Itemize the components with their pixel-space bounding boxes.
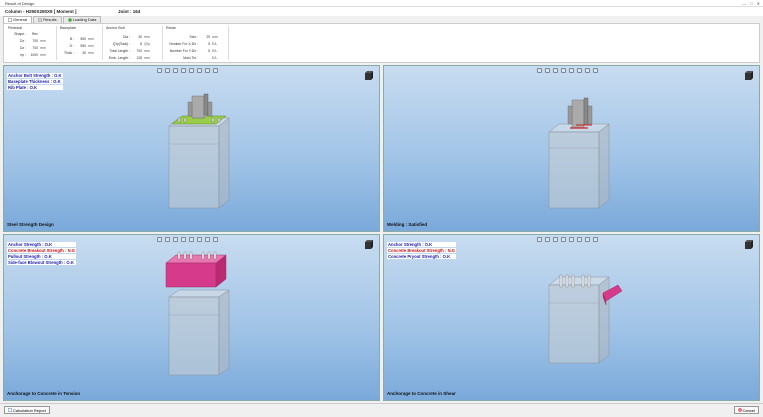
results-icon: [38, 18, 42, 22]
calculation-report-button[interactable]: Calculation Report: [4, 406, 50, 414]
rebar-y-row: Number For Y-Dir :5 EA: [169, 49, 217, 53]
pedestal-model: [168, 93, 230, 209]
baseplate-d-row: D :550 mm: [69, 44, 94, 48]
rebar-tie-row: Main Tie : EA: [183, 56, 217, 60]
report-icon: [8, 408, 12, 412]
pedestal-group: Pedestal Shape : Rec Dx :700 mm Dz :700 mm …: [6, 26, 56, 62]
viewport-caption: Anchorage to Concrete in Tension: [7, 391, 81, 396]
viewport-welding[interactable]: Welding : Satisfied: [383, 65, 760, 232]
pedestal-dz-row: Dz :700 mm: [19, 46, 46, 50]
viewport-tension[interactable]: Anchor Strength : O.K Concrete Breakout …: [3, 234, 380, 401]
divider: [228, 26, 229, 60]
anchor-bolt-title: Anchor Bolt: [106, 26, 125, 30]
rebar-title: Rebar: [166, 26, 176, 30]
cancel-button[interactable]: Cancel: [733, 406, 759, 414]
window-title: Result of Design: [5, 1, 35, 6]
anchor-dia-row: Dia :30 mm: [123, 35, 150, 39]
tab-strip: General Results Loading Data: [3, 16, 102, 23]
viewport-steel-strength[interactable]: Anchor Bolt Strength : O.K Baseplate Thi…: [3, 65, 380, 232]
anchor-total-length-row: Total Length :700 mm: [109, 49, 150, 53]
pedestal-shape-row: Shape : Rec: [14, 32, 38, 36]
tab-loading-data[interactable]: Loading Data: [62, 16, 102, 23]
viewport-caption: Anchorage to Concrete in Shear: [387, 391, 456, 396]
close-button[interactable]: ✕: [757, 1, 760, 6]
rebar-group: Rebar Size :29 mm Number For X-Dir :5 EA N…: [164, 26, 228, 62]
tab-general[interactable]: General: [3, 16, 33, 23]
baseplate-title: Baseplate: [60, 26, 76, 30]
minimize-button[interactable]: —: [742, 1, 746, 6]
anchor-bolt-group: Anchor Bolt Dia :30 mm Q'ty(Total) :8 Q'ty…: [104, 26, 162, 62]
pedestal-title: Pedestal: [8, 26, 22, 30]
maximize-button[interactable]: □: [750, 1, 752, 6]
pedestal-model: [548, 97, 610, 209]
cancel-icon: [737, 408, 742, 412]
design-header: Column - H250X250X9 [ Moment ] Joint : 1…: [0, 7, 763, 16]
anchor-emb-length-row: Emb. Length :128 mm: [108, 56, 150, 60]
pedestal-model: [165, 251, 230, 376]
rebar-x-row: Number For X-Dir :5 EA: [169, 42, 217, 46]
window-titlebar: Result of Design — □ ✕: [0, 0, 763, 7]
anchor-qty-row: Q'ty(Total) :8 Q'ty: [112, 42, 150, 46]
pedestal-model: [548, 274, 623, 364]
pedestal-hp-row: hp :1000 mm: [20, 53, 46, 57]
viewport-caption: Steel Strength Design: [7, 222, 54, 227]
viewport-grid: Anchor Bolt Strength : O.K Baseplate Thi…: [3, 65, 760, 401]
rebar-size-row: Size :29 mm: [189, 35, 218, 39]
tab-results[interactable]: Results: [33, 16, 62, 23]
baseplate-group: Baseplate B :550 mm D :550 mm Thick :30 mm: [58, 26, 102, 62]
joint-label: Joint : 164: [118, 9, 141, 14]
general-icon: [8, 18, 12, 22]
divider: [162, 26, 163, 60]
baseplate-b-row: B :550 mm: [69, 37, 94, 41]
loading-data-icon: [67, 18, 72, 22]
divider: [56, 26, 57, 60]
divider: [102, 26, 103, 60]
column-label: Column - H250X250X9 [ Moment ]: [5, 9, 77, 14]
design-info-panel: Pedestal Shape : Rec Dx :700 mm Dz :700 mm …: [3, 23, 760, 63]
viewport-shear[interactable]: Anchor Strength : O.K Concrete Breakout …: [383, 234, 760, 401]
baseplate-thick-row: Thick :30 mm: [64, 51, 94, 55]
pedestal-dx-row: Dx :700 mm: [19, 39, 46, 43]
viewport-caption: Welding : Satisfied: [387, 222, 428, 227]
dialog-footer: Calculation Report Cancel: [0, 403, 763, 417]
